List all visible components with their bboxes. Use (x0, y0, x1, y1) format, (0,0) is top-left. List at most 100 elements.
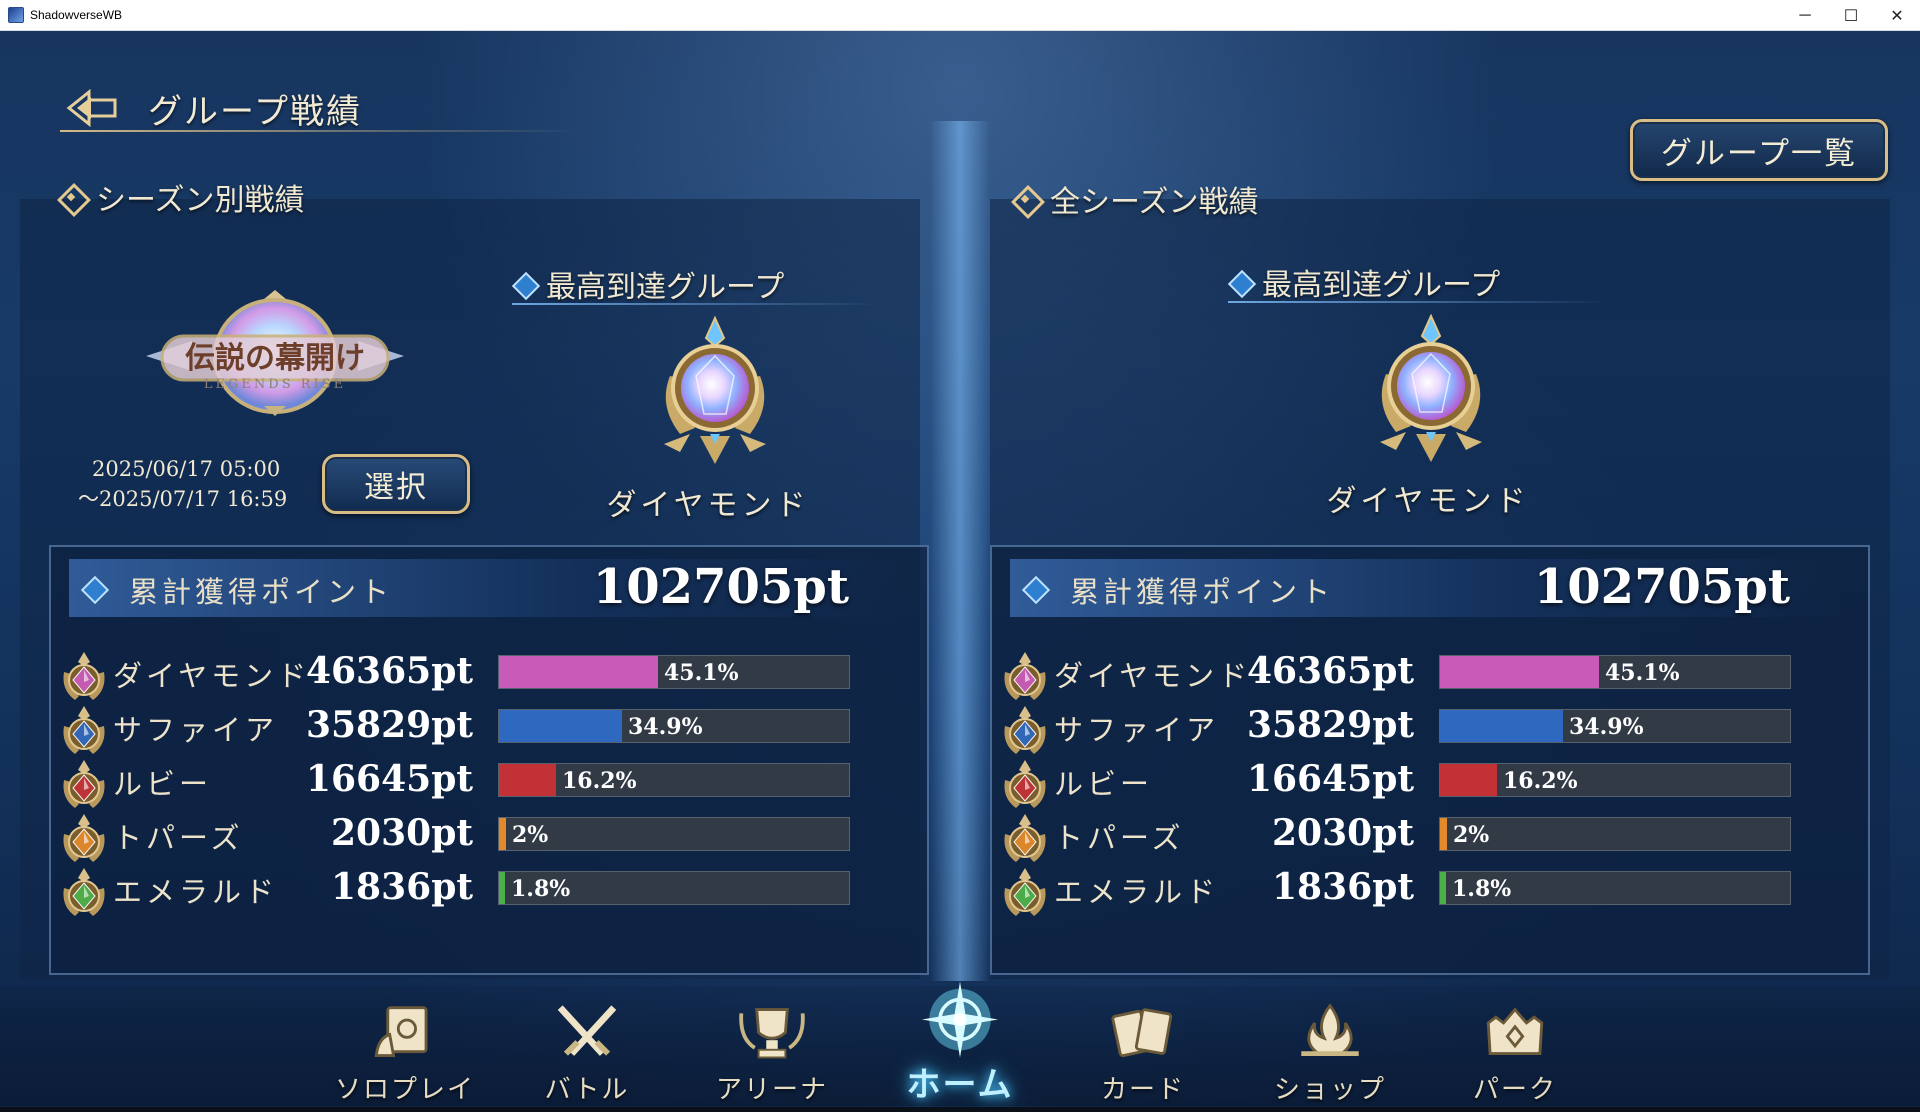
nav-item-solo-play[interactable]: ソロプレイ (330, 986, 480, 1106)
game-screen: グループ戦績 グループ一覧 シーズン別戦績 伝説の幕開け LEGENDS RIS… (0, 31, 1920, 1112)
blue-diamond-icon (81, 576, 105, 600)
sapphire-gem-icon (1004, 706, 1046, 754)
season-points-box: 累計獲得ポイント 102705pt ダイヤモンド 46365pt 45.1% サファイ… (49, 545, 929, 975)
rank-share-bar-fill (499, 710, 622, 742)
rank-share-bar-fill (499, 818, 506, 850)
rank-share-bar: 16.2% (1439, 763, 1791, 797)
rank-name-label: トパーズ (1054, 821, 1185, 855)
nav-item-shop-flame[interactable]: ショップ (1255, 986, 1405, 1106)
maximize-button[interactable]: ☐ (1828, 0, 1874, 31)
season-logo-emblem: 伝説の幕開け LEGENDS RISE (146, 290, 404, 416)
nav-item-park-castle[interactable]: パーク (1440, 986, 1590, 1106)
nav-item-trophy[interactable]: アリーナ (697, 986, 847, 1106)
crossed-swords-icon (557, 1005, 617, 1056)
rank-share-percent: 45.1% (664, 660, 739, 686)
rank-share-percent: 34.9% (628, 714, 703, 740)
rank-share-bar-fill (499, 764, 556, 796)
season-section-title: シーズン別戦績 (58, 177, 305, 218)
diamond-gem-icon (63, 652, 105, 700)
season-select-button[interactable]: 選択 (322, 454, 470, 514)
rank-share-bar-fill (1440, 818, 1447, 850)
blue-diamond-icon (1022, 576, 1046, 600)
season-points-total: 102705pt (592, 559, 849, 615)
rank-share-bar: 34.9% (498, 709, 850, 743)
all-section-title-text: 全シーズン戦績 (1050, 185, 1259, 220)
all-highest-underline (1228, 301, 1608, 303)
cards-icon (1111, 1008, 1173, 1058)
rank-share-percent: 1.8% (511, 876, 571, 902)
topaz-gem-icon (1004, 814, 1046, 862)
rank-share-percent: 2% (512, 822, 549, 848)
rank-points: 35829pt (1246, 704, 1414, 746)
nav-item-cards[interactable]: カード (1068, 986, 1218, 1106)
season-rank-row: ルビー 16645pt 16.2% (51, 753, 931, 813)
topaz-gem-icon (63, 814, 105, 862)
back-button[interactable] (62, 83, 122, 133)
all-highest-group-label: 最高到達グループ (1262, 268, 1501, 303)
back-arrow-icon (66, 88, 117, 128)
close-button[interactable]: ✕ (1874, 0, 1920, 31)
title-underline (60, 130, 580, 132)
all-rank-row: ルビー 16645pt 16.2% (992, 753, 1872, 813)
all-points-box: 累計獲得ポイント 102705pt ダイヤモンド 46365pt 45.1% サファイ… (990, 545, 1870, 975)
all-highest-group-name: ダイヤモンド (1326, 484, 1530, 519)
rank-points: 1836pt (1272, 866, 1414, 908)
rank-name-label: サファイア (113, 713, 279, 747)
solo-play-icon (374, 1006, 428, 1057)
gold-diamond-icon (58, 184, 84, 210)
season-rank-row: ダイヤモンド 46365pt 45.1% (51, 645, 931, 705)
emerald-gem-icon (1004, 868, 1046, 916)
app-icon (8, 7, 24, 23)
rank-share-bar-fill (499, 872, 505, 904)
rank-points: 46365pt (1246, 650, 1414, 692)
rank-share-bar: 34.9% (1439, 709, 1791, 743)
rank-share-bar-fill (1440, 710, 1563, 742)
season-date-start: 2025/06/17 05:00 (92, 457, 281, 481)
all-highest-group-title: 最高到達グループ (1228, 262, 1501, 303)
season-highest-group-name: ダイヤモンド (606, 488, 810, 523)
rank-name-label: サファイア (1054, 713, 1220, 747)
season-points-header: 累計獲得ポイント 102705pt (69, 559, 909, 617)
rank-points: 16645pt (1246, 758, 1414, 800)
all-points-total: 102705pt (1533, 559, 1790, 615)
all-rank-row: エメラルド 1836pt 1.8% (992, 861, 1872, 921)
rank-share-percent: 16.2% (1503, 768, 1578, 794)
season-logo-text: 伝説の幕開け (185, 341, 365, 376)
emerald-gem-icon (63, 868, 105, 916)
nav-item-label: ショップ (1273, 1075, 1386, 1105)
all-section-title: 全シーズン戦績 (1012, 179, 1259, 220)
rank-name-label: ルビー (1054, 767, 1154, 801)
minimize-button[interactable]: ─ (1782, 0, 1828, 31)
shop-flame-icon (1301, 1003, 1359, 1056)
rank-name-label: トパーズ (113, 821, 244, 855)
park-castle-icon (1486, 1007, 1544, 1056)
nav-item-label: パーク (1472, 1075, 1557, 1105)
nav-item-crossed-swords[interactable]: バトル (512, 986, 662, 1106)
center-light-pillar (930, 121, 990, 981)
nav-item-label: バトル (544, 1075, 630, 1105)
rank-points: 35829pt (305, 704, 473, 746)
nav-item-home-emblem[interactable]: ホーム (885, 981, 1035, 1106)
rank-share-bar: 1.8% (498, 871, 850, 905)
rank-name-label: ダイヤモンド (113, 659, 311, 693)
window-titlebar: ShadowverseWB ─ ☐ ✕ (0, 0, 1920, 31)
rank-share-bar-fill (1440, 764, 1497, 796)
rank-points: 2030pt (1272, 812, 1414, 854)
ruby-gem-icon (63, 760, 105, 808)
season-highest-group-title: 最高到達グループ (512, 264, 784, 305)
rank-share-bar-fill (1440, 872, 1446, 904)
all-rank-row: ダイヤモンド 46365pt 45.1% (992, 645, 1872, 705)
nav-item-label: カード (1100, 1075, 1185, 1105)
group-list-button[interactable]: グループ一覧 (1630, 119, 1888, 181)
rank-share-percent: 16.2% (562, 768, 637, 794)
rank-points: 46365pt (305, 650, 473, 692)
all-rank-row: トパーズ 2030pt 2% (992, 807, 1872, 867)
rank-points: 16645pt (305, 758, 473, 800)
rank-share-percent: 34.9% (1569, 714, 1644, 740)
ruby-gem-icon (1004, 760, 1046, 808)
sapphire-gem-icon (63, 706, 105, 754)
blue-diamond-icon (1228, 270, 1252, 294)
all-diamond-rank-emblem (1380, 314, 1482, 462)
rank-name-label: ダイヤモンド (1054, 659, 1252, 693)
rank-share-bar: 16.2% (498, 763, 850, 797)
